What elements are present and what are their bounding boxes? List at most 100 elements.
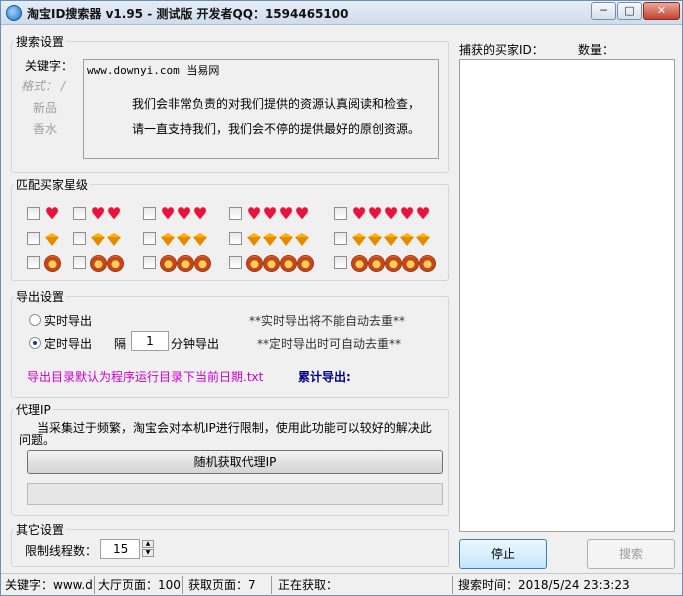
status-search-time: 搜索时间：2018/5/24 23:3:23: [458, 578, 630, 592]
level-checkbox[interactable]: [27, 207, 40, 220]
diamond-level-icons: [351, 230, 431, 248]
level-checkbox[interactable]: [334, 256, 347, 269]
heart-icon: ♥: [399, 204, 415, 223]
status-fetching: 正在获取：: [278, 578, 339, 592]
captured-ids-list[interactable]: [459, 59, 675, 532]
crown-icon: [368, 254, 385, 272]
total-exported-label: 累计导出:: [298, 370, 351, 384]
export-settings-legend: 导出设置: [16, 290, 65, 304]
heart-icon: ♥: [278, 204, 294, 223]
proxy-desc-line2: 问题。: [19, 433, 56, 447]
thread-limit-input[interactable]: 15: [100, 539, 140, 559]
level-checkbox[interactable]: [229, 256, 242, 269]
level-checkbox[interactable]: [73, 207, 86, 220]
status-keyword: 关键字：www.d: [5, 578, 93, 592]
hint-new: 新品: [33, 101, 58, 115]
level-checkbox[interactable]: [334, 207, 347, 220]
crown-icon: [297, 254, 314, 272]
crown-level-icons: [246, 254, 314, 272]
minimize-button[interactable]: ─: [591, 2, 616, 20]
timed-export-radio[interactable]: [29, 337, 41, 349]
crown-icon: [263, 254, 280, 272]
level-checkbox[interactable]: [27, 256, 40, 269]
interval-prefix: 隔: [114, 337, 127, 351]
stop-button[interactable]: 停止: [459, 539, 547, 569]
heart-level-icons: ♥ ♥: [90, 205, 122, 223]
status-divider: [94, 576, 95, 594]
heart-icon: ♥: [383, 204, 399, 223]
captured-ids-label: 捕获的买家ID：: [459, 43, 544, 57]
diamond-level-icons: [90, 230, 122, 248]
crown-icon: [280, 254, 297, 272]
level-checkbox[interactable]: [73, 232, 86, 245]
thread-limit-label: 限制线程数：: [25, 544, 98, 558]
heart-icon: ♥: [176, 204, 192, 223]
status-divider: [452, 576, 453, 594]
heart-level-icons: ♥ ♥ ♥ ♥: [246, 205, 310, 223]
timed-note: **定时导出时可自动去重**: [257, 337, 402, 351]
keyword-text-line1: www.downyi.com 当易网: [87, 64, 220, 77]
crown-icon: [160, 254, 177, 272]
heart-level-icons: ♥ ♥ ♥: [160, 205, 208, 223]
heart-icon: ♥: [367, 204, 383, 223]
title-bar[interactable]: 淘宝ID搜索器 v1.95 - 测试版 开发者QQ：1594465100 ─ □…: [1, 1, 682, 25]
crown-icon: [419, 254, 436, 272]
heart-icon: ♥: [106, 204, 122, 223]
diamond-icon: [160, 231, 176, 247]
heart-icon: ♥: [351, 204, 367, 223]
heart-icon: ♥: [415, 204, 431, 223]
diamond-icon: [192, 231, 208, 247]
diamond-icon: [278, 231, 294, 247]
keyword-label: 关键字：: [25, 59, 74, 73]
crown-level-icons: [90, 254, 124, 272]
crown-icon: [402, 254, 419, 272]
status-divider: [271, 576, 272, 594]
search-settings-legend: 搜索设置: [16, 35, 65, 49]
realtime-export-radio[interactable]: [29, 314, 41, 326]
keyword-text-line2: 我们会非常负责的对我们提供的资源认真阅读和检查，: [132, 97, 421, 111]
heart-icon: ♥: [262, 204, 278, 223]
heart-level-icons: ♥ ♥ ♥ ♥ ♥: [351, 205, 431, 223]
crown-icon: [246, 254, 263, 272]
crown-icon: [90, 254, 107, 272]
hint-perfume: 香水: [33, 122, 58, 136]
timed-export-label[interactable]: 定时导出: [44, 335, 92, 352]
heart-icon: ♥: [192, 204, 208, 223]
search-button[interactable]: 搜索: [587, 539, 675, 569]
diamond-level-icons: [246, 230, 310, 248]
keyword-text-line3: 请一直支持我们，我们会不停的提供最好的原创资源。: [132, 122, 421, 136]
crown-icon: [107, 254, 124, 272]
level-checkbox[interactable]: [73, 256, 86, 269]
realtime-export-label[interactable]: 实时导出: [44, 312, 92, 329]
spin-up-icon[interactable]: ▲: [142, 540, 154, 548]
heart-icon: ♥: [160, 204, 176, 223]
proxy-legend: 代理IP: [16, 403, 51, 417]
level-checkbox[interactable]: [334, 232, 347, 245]
diamond-icon: [367, 231, 383, 247]
maximize-button[interactable]: □: [617, 2, 642, 20]
heart-icon: ♥: [44, 204, 60, 223]
get-proxy-button[interactable]: 随机获取代理IP: [27, 450, 443, 474]
crown-icon: [194, 254, 211, 272]
crown-icon: [351, 254, 368, 272]
status-fetched-pages: 获取页面：7: [188, 578, 256, 592]
level-checkbox[interactable]: [229, 232, 242, 245]
diamond-icon: [351, 231, 367, 247]
heart-icon: ♥: [246, 204, 262, 223]
level-checkbox[interactable]: [143, 256, 156, 269]
diamond-icon: [90, 231, 106, 247]
diamond-icon: [246, 231, 262, 247]
interval-input[interactable]: 1: [131, 331, 169, 351]
other-settings-legend: 其它设置: [16, 523, 65, 537]
level-checkbox[interactable]: [229, 207, 242, 220]
diamond-icon: [44, 231, 60, 247]
level-checkbox[interactable]: [143, 207, 156, 220]
realtime-note: **实时导出将不能自动去重**: [249, 314, 406, 328]
close-button[interactable]: ✕: [643, 2, 680, 20]
diamond-icon: [415, 231, 431, 247]
spin-down-icon[interactable]: ▼: [142, 549, 154, 557]
diamond-icon: [106, 231, 122, 247]
level-checkbox[interactable]: [27, 232, 40, 245]
level-checkbox[interactable]: [143, 232, 156, 245]
keyword-input[interactable]: www.downyi.com 当易网 我们会非常负责的对我们提供的资源认真阅读和…: [83, 59, 439, 159]
